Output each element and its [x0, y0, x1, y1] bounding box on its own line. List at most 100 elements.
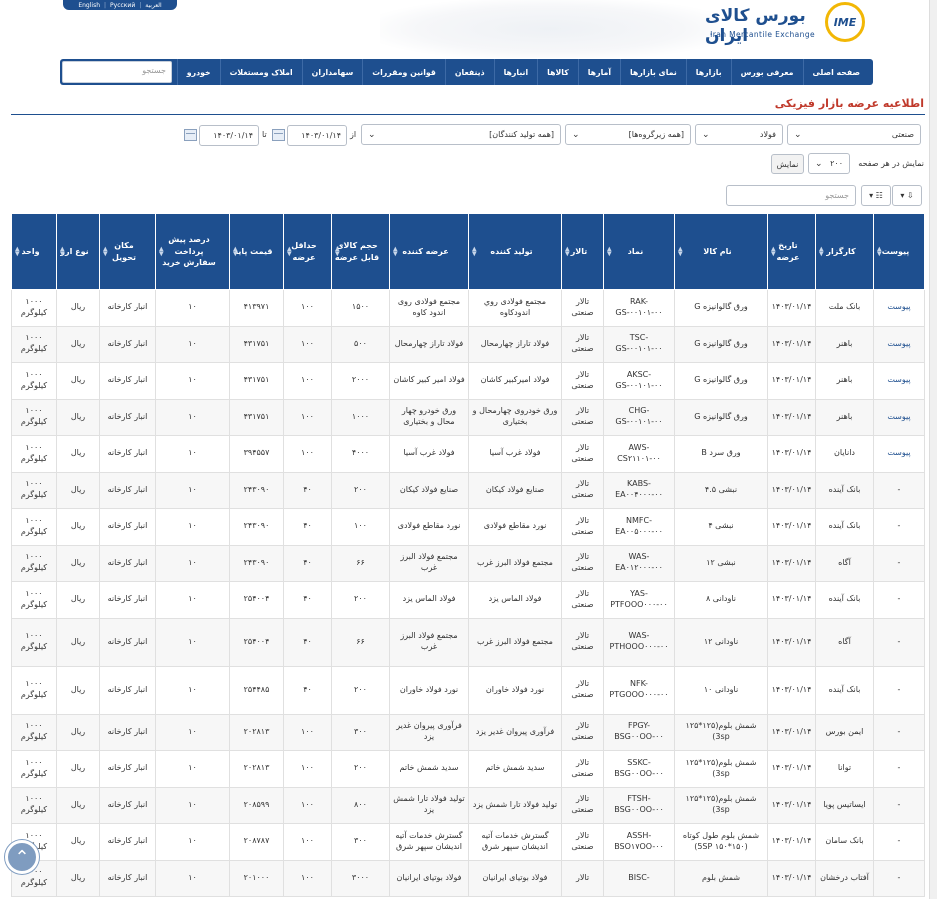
column-header[interactable]: نماد ▲ ▼: [603, 213, 675, 290]
prepayment-cell: ۱۰: [155, 325, 230, 363]
nav-item[interactable]: صفحه اصلی: [802, 59, 870, 85]
table-row[interactable]: پیوست بانک ملت ۱۴۰۳/۰۱/۱۴ ورق گالوانیزه G RA…: [11, 289, 925, 327]
column-header[interactable]: درصد پیش پرداخت سفارش خرید ▲ ▼: [155, 213, 230, 290]
table-row[interactable]: - بانک آینده ۱۴۰۳/۰۱/۱۴ ناودانی ۸ YAS-PTFOOO…: [11, 581, 925, 619]
nav-item[interactable]: خودرو: [176, 59, 220, 85]
table-row[interactable]: - بانک آینده ۱۴۰۳/۰۱/۱۴ ناودانی ۱۰ NFK-PTGOO…: [11, 665, 925, 715]
column-header-label: عرضه کننده: [402, 246, 449, 256]
nav-item[interactable]: ذینفعان: [444, 59, 494, 85]
column-header[interactable]: تالار ▲ ▼: [561, 213, 604, 290]
column-header[interactable]: تولید کننده ▲ ▼: [468, 213, 562, 290]
group-select[interactable]: ⌄ فولاد: [695, 124, 783, 145]
date-cell: ۱۴۰۳/۰۱/۱۴: [767, 508, 816, 546]
table-row[interactable]: - بانک آینده ۱۴۰۳/۰۱/۱۴ نبشی ۴ NMFC-EA۰۰۵۰۰۰…: [11, 508, 925, 546]
column-header[interactable]: قیمت پایه ▲ ▼: [229, 213, 284, 290]
table-row[interactable]: پیوست باهنر ۱۴۰۳/۰۱/۱۴ ورق گالوانیزه G CHG-G…: [11, 398, 925, 436]
column-header[interactable]: مکان تحویل ▲ ▼: [99, 213, 156, 290]
column-header[interactable]: نام کالا ▲ ▼: [674, 213, 768, 290]
currency-cell: ریال: [56, 471, 100, 509]
nav-item[interactable]: املاک ومستغلات: [219, 59, 302, 85]
column-header-label: کارگزار: [826, 246, 856, 256]
producer-cell: گسترش خدمات آتیه اندیشان سپهر شرق: [468, 823, 562, 861]
chevron-down-icon: ⌄: [572, 129, 580, 140]
supplier-cell: فولاد غرب آسیا: [389, 435, 469, 473]
column-header[interactable]: نوع ارز ▲ ▼: [56, 213, 100, 290]
nav-item[interactable]: سهامداران: [301, 59, 363, 85]
lang-english-link[interactable]: English: [78, 2, 100, 9]
volume-cell: ۱۵۰۰: [331, 289, 390, 327]
attachment-link[interactable]: پیوست: [873, 362, 925, 400]
subgroup-select[interactable]: ⌄ [همه زیرگروه‌ها]: [565, 124, 691, 145]
sort-icon: ▲ ▼: [287, 245, 292, 258]
calendar-icon[interactable]: [272, 129, 285, 141]
column-header[interactable]: کارگزار ▲ ▼: [815, 213, 874, 290]
nav-item[interactable]: آمارها: [577, 59, 620, 85]
header: English | Русский | العربية بورس کالای ا…: [0, 0, 937, 60]
nav-item[interactable]: معرفی بورس: [730, 59, 803, 85]
symbol-cell: AKSC-GS-۰۰۱۰۱-۰۰: [603, 362, 675, 400]
table-row[interactable]: - ایمن بورس ۱۴۰۳/۰۱/۱۴ شمش بلوم(۱۲۵*۱۲۵ 3sp…: [11, 713, 925, 751]
attachment-link[interactable]: پیوست: [873, 325, 925, 363]
symbol-cell: SSKC-BSG۰۰OO-۰۰: [603, 750, 675, 788]
table-row[interactable]: - آگاه ۱۴۰۳/۰۱/۱۴ نبشی ۱۲ WAS-EA۰۱۲۰۰۰-۰۰ تال…: [11, 544, 925, 582]
top-search-input[interactable]: جستجو: [62, 61, 172, 83]
delivery-place-cell: انبار کارخانه: [99, 823, 156, 861]
column-header[interactable]: تاریخ عرضه ▲ ▼: [767, 213, 816, 290]
producer-select[interactable]: ⌄ [همه تولید کنندگان]: [361, 124, 561, 145]
market-select[interactable]: ⌄ صنعتی: [787, 124, 921, 145]
delivery-place-cell: انبار کارخانه: [99, 289, 156, 327]
base-price-cell: ۴۳۱۷۵۱: [229, 325, 284, 363]
lang-arabic-link[interactable]: العربية: [145, 2, 161, 9]
table-row[interactable]: - ایساتیس پویا ۱۴۰۳/۰۱/۱۴ شمش بلوم(۱۲۵*۱۲۵ …: [11, 786, 925, 824]
nav-item[interactable]: انبارها: [493, 59, 538, 85]
table-row[interactable]: - آگاه ۱۴۰۳/۰۱/۱۴ ناودانی ۱۲ WAS-PTHOOO۰۰۰-۰…: [11, 617, 925, 667]
symbol-cell: CHG-GS-۰۰۱۰۱-۰۰: [603, 398, 675, 436]
min-offer-cell: ۱۰۰: [283, 435, 332, 473]
broker-cell: باهنر: [815, 362, 874, 400]
symbol-cell: NFK-PTGOOO۰۰۰-۰۰: [603, 665, 675, 715]
table-row[interactable]: پیوست دانایان ۱۴۰۳/۰۱/۱۴ ورق سرد B AWS-CS۲۱۱…: [11, 435, 925, 473]
nav-item[interactable]: قوانین ومقررات: [362, 59, 445, 85]
offers-table: پیوست ▲ ▼ کارگزار ▲ ▼ تاریخ عرضه ▲ ▼ نام کالا ▲…: [11, 213, 925, 897]
prepayment-cell: ۱۰: [155, 750, 230, 788]
attachment-link[interactable]: پیوست: [873, 435, 925, 473]
nav-item[interactable]: کالاها: [537, 59, 578, 85]
nav-item[interactable]: نمای بازارها: [620, 59, 686, 85]
table-search-input[interactable]: جستجو: [726, 185, 856, 206]
attachment-link: -: [873, 544, 925, 582]
per-page-label: نمایش در هر صفحه: [858, 159, 924, 168]
lang-russian-link[interactable]: Русский: [110, 2, 135, 9]
table-row[interactable]: پیوست باهنر ۱۴۰۳/۰۱/۱۴ ورق گالوانیزه G TSC-G…: [11, 325, 925, 363]
volume-cell: ۱۰۰۰: [331, 398, 390, 436]
to-date-input[interactable]: ۱۴۰۳/۰۱/۱۴: [199, 125, 259, 146]
world-map-background: [380, 0, 720, 58]
site-logo[interactable]: بورس کالای ایران Iran Mercantile Exchang…: [705, 2, 865, 46]
columns-button[interactable]: ▾ ☷: [861, 185, 891, 206]
table-row[interactable]: - آفتاب درخشان ۱۴۰۳/۰۱/۱۴ شمش بلوم BISC- تالا…: [11, 859, 925, 897]
table-row[interactable]: پیوست باهنر ۱۴۰۳/۰۱/۱۴ ورق گالوانیزه G AKSC-…: [11, 362, 925, 400]
column-header[interactable]: پیوست ▲ ▼: [873, 213, 925, 290]
attachment-link[interactable]: پیوست: [873, 398, 925, 436]
table-row[interactable]: - بانک سامان ۱۴۰۳/۰۱/۱۴ شمش بلوم طول کوتاه …: [11, 823, 925, 861]
hall-cell: تالار صنعتی: [561, 471, 604, 509]
show-button[interactable]: نمایش: [771, 154, 804, 174]
table-row[interactable]: - توانا ۱۴۰۳/۰۱/۱۴ شمش بلوم(۱۲۵*۱۲۵ 3sp) SSK…: [11, 750, 925, 788]
symbol-cell: FTSH-BSG۰۰OO-۰۰: [603, 786, 675, 824]
table-row[interactable]: - بانک آینده ۱۴۰۳/۰۱/۱۴ نبشی ۴.۵ KABS-EA۰۰۴۰…: [11, 471, 925, 509]
calendar-icon[interactable]: [184, 129, 197, 141]
attachment-link: -: [873, 750, 925, 788]
per-page-select[interactable]: ⌄ ۲۰۰: [808, 153, 850, 174]
broker-cell: بانک آینده: [815, 665, 874, 715]
attachment-link[interactable]: پیوست: [873, 289, 925, 327]
export-button[interactable]: ▾ ⇩: [892, 185, 922, 206]
column-header[interactable]: حجم کالای قابل عرضه ▲ ▼: [331, 213, 390, 290]
scroll-to-top-button[interactable]: ⌃: [5, 840, 39, 874]
from-date-input[interactable]: ۱۴۰۳/۰۱/۱۴: [287, 125, 347, 146]
column-header[interactable]: واحد ▲ ▼: [11, 213, 57, 290]
column-header[interactable]: عرضه کننده ▲ ▼: [389, 213, 469, 290]
unit-cell: ۱۰۰۰ کیلوگرم: [11, 713, 57, 751]
producer-cell: نورد مقاطع فولادی: [468, 508, 562, 546]
page-scrollbar[interactable]: [929, 0, 937, 899]
column-header[interactable]: حداقل عرضه ▲ ▼: [283, 213, 332, 290]
nav-item[interactable]: بازارها: [685, 59, 731, 85]
